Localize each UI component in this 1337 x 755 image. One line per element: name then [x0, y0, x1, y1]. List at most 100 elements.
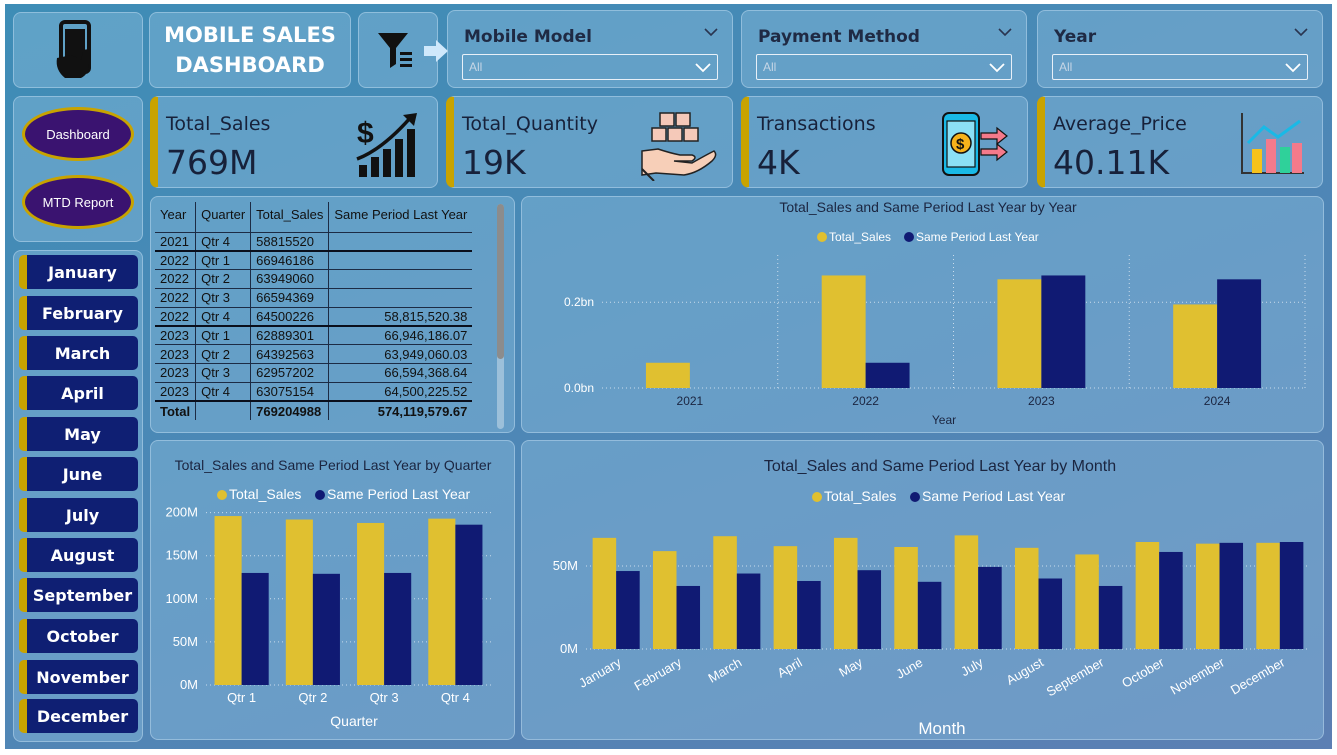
- slicer-title: Year: [1054, 27, 1097, 47]
- month-button-february[interactable]: February: [19, 296, 138, 330]
- table-cell: 2022: [160, 252, 189, 268]
- chart-panel-month: Total_Sales and Same Period Last Year by…: [521, 440, 1324, 740]
- slicer-title: Payment Method: [758, 27, 920, 47]
- table-row: 2022 Qtr 1 66946186: [155, 250, 473, 270]
- table-cell: 64500226: [250, 307, 329, 326]
- month-button-april[interactable]: April: [19, 376, 138, 410]
- bar-total-sales: [1256, 542, 1280, 649]
- table-cell: [195, 400, 251, 420]
- column-header[interactable]: Same Period Last Year: [328, 202, 473, 232]
- scrollbar-thumb[interactable]: [497, 204, 504, 359]
- month-button-march[interactable]: March: [19, 336, 138, 370]
- chevron-down-icon: [989, 63, 1005, 73]
- bar-total-sales: [773, 546, 798, 649]
- slicer-value: All: [1059, 60, 1073, 74]
- table-cell: [328, 269, 473, 289]
- mtd-report-button[interactable]: MTD Report: [22, 175, 134, 229]
- month-button-january[interactable]: January: [19, 255, 138, 289]
- table-row: 2023 Qtr 4 63075154 64,500,225.52: [155, 382, 473, 402]
- table-cell: 574,119,579.67: [328, 400, 473, 420]
- kpi-value: 40.11K: [1053, 143, 1170, 182]
- table-cell: [328, 288, 473, 308]
- arrow-right-icon: [424, 40, 448, 62]
- table-cell: 63075154: [250, 382, 329, 402]
- chevron-down-icon[interactable]: [1294, 25, 1308, 39]
- month-button-december[interactable]: December: [19, 699, 138, 733]
- slicer-year[interactable]: Year All: [1037, 10, 1323, 88]
- kpi-value: 769M: [166, 143, 258, 182]
- table-cell: Qtr 1: [195, 250, 251, 270]
- slicer-dropdown[interactable]: All: [462, 54, 718, 80]
- bar-same-period: [1038, 578, 1063, 649]
- table-cell: 2022: [160, 308, 189, 324]
- legend-label: Same Period Last Year: [327, 486, 471, 502]
- chart-title: Total_Sales and Same Period Last Year by…: [779, 199, 1077, 215]
- bar-total-sales: [1173, 304, 1218, 388]
- table-cell: Qtr 3: [195, 288, 251, 308]
- month-button-may[interactable]: May: [19, 417, 138, 451]
- month-button-july[interactable]: July: [19, 498, 138, 532]
- bar-total-sales: [821, 275, 866, 388]
- month-button-october[interactable]: October: [19, 619, 138, 653]
- table-cell: 66594369: [250, 288, 329, 308]
- bar-same-period: [312, 573, 340, 685]
- x-tick-label: Qtr 3: [370, 690, 399, 705]
- month-button-august[interactable]: August: [19, 538, 138, 572]
- table-cell: Qtr 4: [195, 232, 251, 251]
- x-tick-label: December: [1228, 654, 1288, 697]
- x-tick-label: Qtr 4: [441, 690, 470, 705]
- x-tick-label: 2022: [852, 394, 879, 408]
- x-tick-label: January: [576, 654, 624, 690]
- column-header[interactable]: Year: [155, 202, 196, 232]
- kpi-label: Average_Price: [1053, 113, 1187, 135]
- chart-quarter: Total_Sales and Same Period Last Year by…: [165, 457, 491, 729]
- x-tick-label: October: [1119, 654, 1167, 690]
- table-cell: 64392563: [250, 344, 329, 364]
- bar-same-period: [1159, 551, 1183, 649]
- legend-marker: [817, 232, 827, 242]
- bar-total-sales: [833, 537, 858, 649]
- bar-total-sales: [645, 362, 690, 388]
- slicer-dropdown[interactable]: All: [756, 54, 1012, 80]
- table-cell: 63949060: [250, 269, 329, 289]
- bar-total-sales: [214, 516, 242, 685]
- x-tick-label: July: [958, 654, 986, 679]
- table-cell: [328, 250, 473, 270]
- dashboard-canvas: MOBILE SALES DASHBOARD Mobile Model All …: [5, 4, 1332, 749]
- month-button-november[interactable]: November: [19, 660, 138, 694]
- y-tick-label: 0M: [560, 641, 578, 656]
- chevron-down-icon[interactable]: [704, 25, 718, 39]
- dashboard-button[interactable]: Dashboard: [22, 107, 134, 161]
- bar-total-sales: [997, 279, 1042, 388]
- kpi-card-transactions: Transactions 4K $: [741, 96, 1028, 188]
- bar-same-period: [1219, 542, 1244, 649]
- kpi-label: Transactions: [757, 113, 876, 135]
- table-cell: Qtr 1: [195, 325, 251, 345]
- table-scrollbar[interactable]: [497, 204, 504, 429]
- slicer-payment-method[interactable]: Payment Method All: [741, 10, 1027, 88]
- column-header[interactable]: Quarter: [195, 202, 251, 232]
- column-header[interactable]: Total_Sales: [250, 202, 329, 232]
- table-cell: 66,594,368.64: [328, 363, 473, 383]
- filter-icon[interactable]: [376, 30, 420, 70]
- slicer-mobile-model[interactable]: Mobile Model All: [447, 10, 733, 88]
- slicer-dropdown[interactable]: All: [1052, 54, 1308, 80]
- month-button-september[interactable]: September: [19, 578, 138, 612]
- bar-same-period: [1217, 279, 1262, 388]
- boxes-hand-icon: [641, 112, 717, 181]
- kpi-card-total-quantity: Total_Quantity 19K: [446, 96, 733, 188]
- table-cell: Qtr 2: [195, 269, 251, 289]
- month-button-june[interactable]: June: [19, 457, 138, 491]
- x-tick-label: May: [836, 654, 865, 680]
- phone-payment-icon: $: [942, 112, 1008, 176]
- slicer-value: All: [469, 60, 483, 74]
- x-tick-label: April: [775, 655, 805, 681]
- x-tick-label: Qtr 2: [298, 690, 327, 705]
- bar-total-sales: [285, 519, 313, 685]
- chevron-down-icon[interactable]: [998, 25, 1012, 39]
- bar-total-sales: [894, 546, 918, 649]
- x-tick-label: 2021: [677, 394, 704, 408]
- kpi-card-average-price: Average_Price 40.11K: [1037, 96, 1323, 188]
- legend-marker: [904, 232, 914, 242]
- table-cell: 62957202: [250, 363, 329, 383]
